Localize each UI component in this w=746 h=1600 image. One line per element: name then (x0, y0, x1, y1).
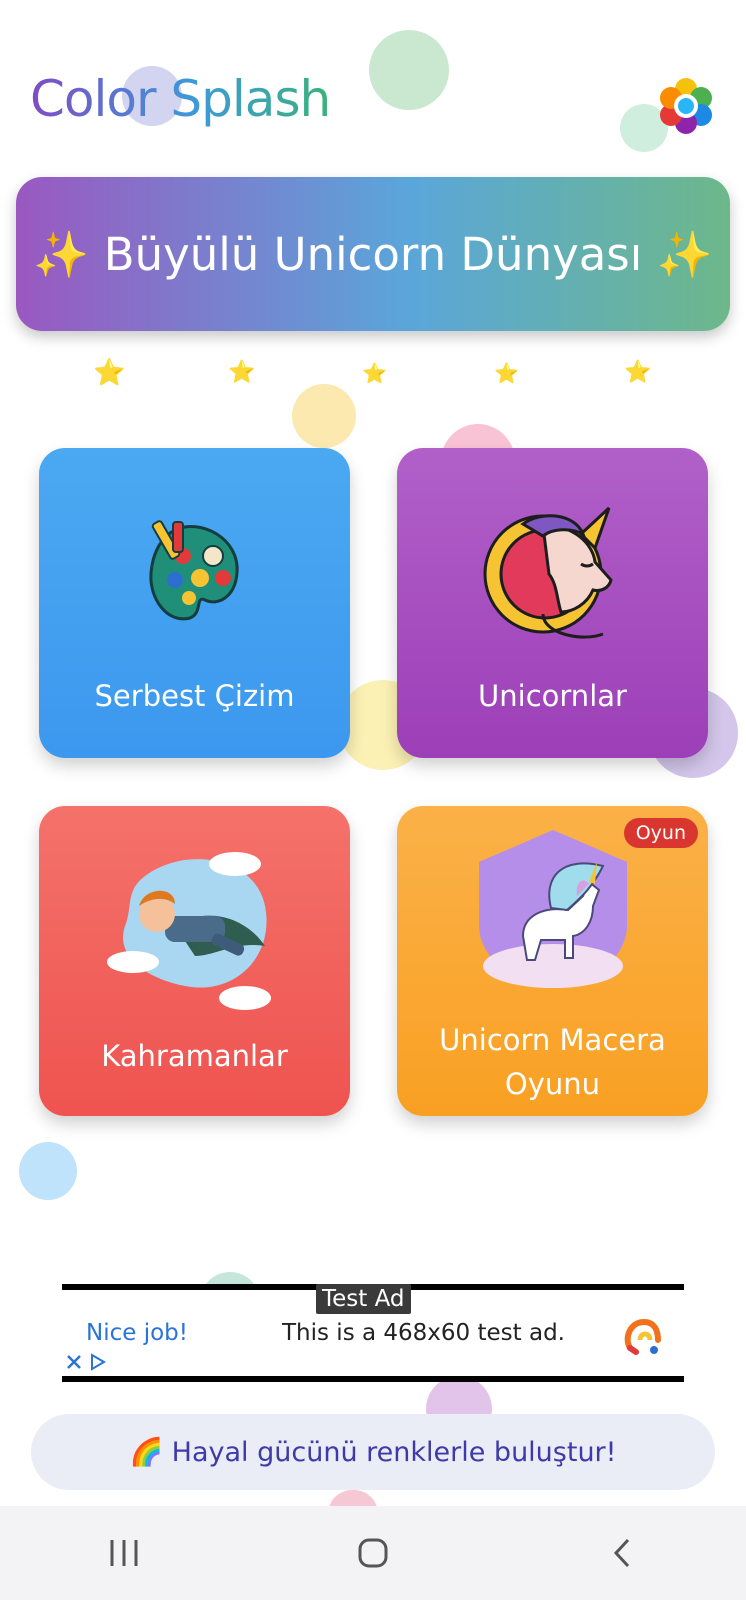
star-icon: ⭐ (624, 360, 652, 385)
card-label: Kahramanlar (101, 1039, 288, 1073)
decor-bubble (292, 384, 356, 448)
card-heroes[interactable]: Kahramanlar (39, 806, 350, 1116)
card-unicorns[interactable]: Unicornlar (397, 448, 708, 758)
hero-banner: ✨ Büyülü Unicorn Dünyası ✨ (16, 177, 730, 331)
adchoices-icon[interactable] (88, 1352, 108, 1372)
close-icon[interactable] (64, 1352, 84, 1372)
unicorn-head-icon (483, 506, 613, 639)
system-navigation-bar (0, 1506, 746, 1600)
decor-bubble (19, 1142, 77, 1200)
recent-apps-icon (110, 1540, 138, 1566)
card-label: Unicorn Macera Oyunu (439, 1023, 666, 1101)
ad-headline[interactable]: Nice job! (86, 1320, 188, 1346)
recent-apps-button[interactable] (84, 1523, 164, 1583)
star-icon: ⭐ (93, 358, 126, 388)
palette-icon (148, 520, 239, 621)
star-icon: ⭐ (362, 361, 387, 385)
superhero-icon (106, 852, 271, 1010)
star-icon: ⭐ (494, 361, 519, 385)
card-label: Unicornlar (478, 679, 627, 713)
app-title: Color Splash (30, 70, 331, 128)
ad-choices[interactable] (64, 1352, 108, 1372)
tagline-text: 🌈 Hayal gücünü renklerle buluştur! (129, 1437, 617, 1468)
star-icon: ⭐ (228, 360, 256, 385)
flower-logo-icon[interactable] (656, 76, 716, 136)
pegasus-icon (478, 830, 627, 988)
ad-logo-icon (624, 1318, 661, 1355)
ad-banner[interactable]: Test Ad Nice job! This is a 468x60 test … (62, 1284, 684, 1382)
hero-title: ✨ Büyülü Unicorn Dünyası ✨ (33, 227, 713, 281)
card-label: Serbest Çizim (94, 679, 295, 713)
home-button[interactable] (333, 1523, 413, 1583)
back-button[interactable] (582, 1523, 662, 1583)
ad-label: Test Ad (316, 1284, 411, 1314)
home-icon (358, 1538, 388, 1568)
tagline: 🌈 Hayal gücünü renklerle buluştur! (31, 1414, 715, 1490)
ad-text[interactable]: This is a 468x60 test ad. (282, 1320, 565, 1346)
decor-bubble (369, 30, 449, 110)
back-icon (613, 1538, 629, 1568)
card-unicorn-adventure-game[interactable]: Oyun Unicorn Macera Oyunu (397, 806, 708, 1116)
card-free-draw[interactable]: Serbest Çizim (39, 448, 350, 758)
